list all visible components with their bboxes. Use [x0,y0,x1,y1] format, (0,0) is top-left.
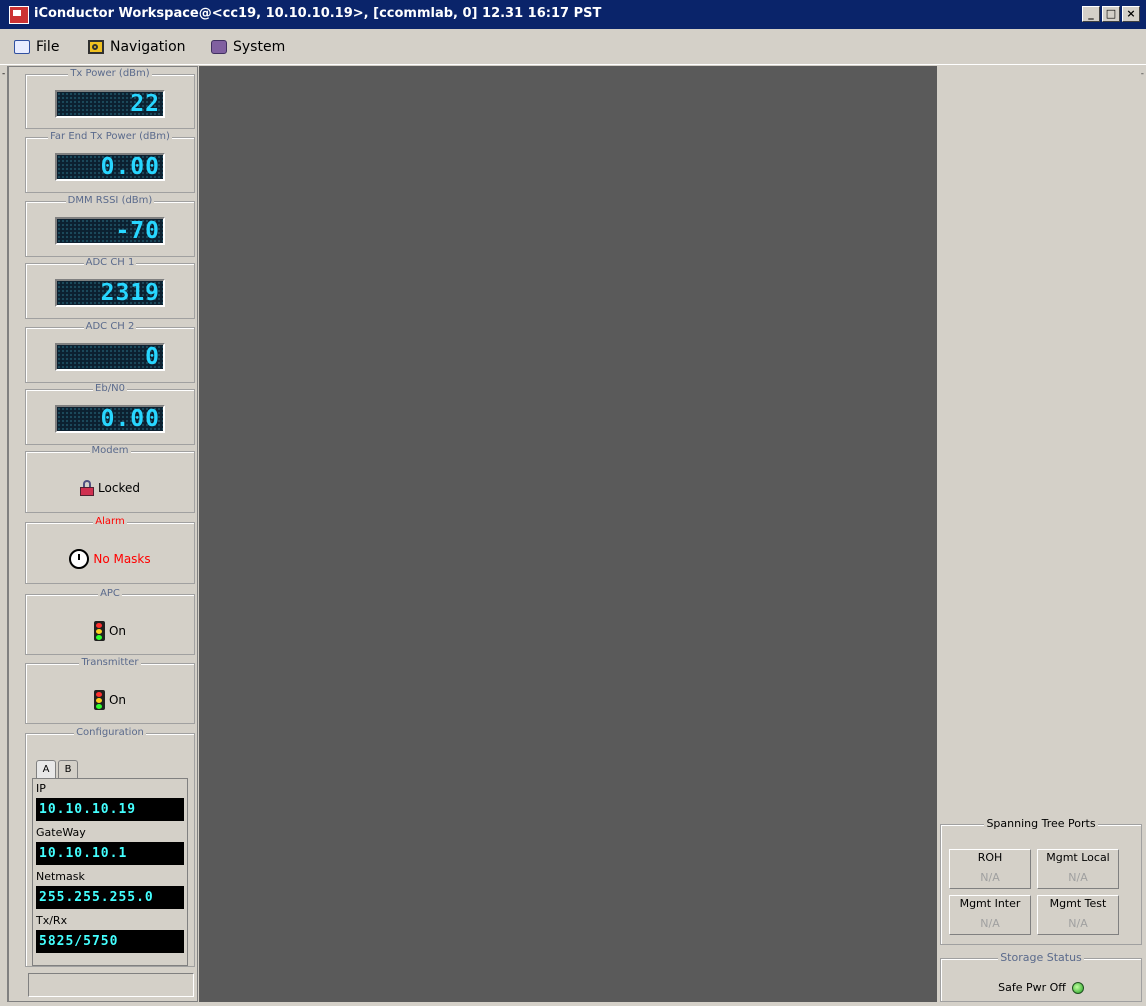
status-led-icon [1071,981,1084,994]
eb-n0-title: Eb/N0 [93,383,127,394]
alarm-clock-icon [69,549,90,569]
storage-status-label: Safe Pwr Off [998,981,1066,994]
far-end-tx-power-meter: Far End Tx Power (dBm) 0.00 [25,131,195,193]
storage-status-title: Storage Status [998,951,1084,964]
menu-file-label: File [36,39,60,55]
folder-icon [14,40,30,54]
netmask-value: 255.255.255.0 [36,886,184,909]
adc-ch1-title: ADC CH 1 [83,257,137,268]
menu-navigation[interactable]: Navigation [88,39,186,55]
adc-ch1-value: 2319 [100,280,160,306]
spanning-tree-title: Spanning Tree Ports [984,817,1098,830]
left-collapse-handle[interactable]: - [0,66,8,1002]
menu-system-label: System [233,39,286,55]
apc-title: APC [98,588,122,599]
title-bar[interactable]: iConductor Workspace@<cc19, 10.10.10.19>… [0,0,1146,29]
magnifier-icon [88,40,104,54]
far-end-tx-power-title: Far End Tx Power (dBm) [48,131,172,142]
apc-panel: APC On [25,588,195,655]
dmm-rssi-value: -70 [115,218,160,244]
menu-navigation-label: Navigation [110,39,186,55]
tx-power-value: 22 [130,91,160,117]
window-controls: _ □ × [1082,6,1140,22]
ip-value: 10.10.10.19 [36,798,184,821]
workspace-area[interactable] [199,66,937,1002]
port-mgmt-local-value: N/A [1068,871,1088,884]
port-mgmt-inter[interactable]: Mgmt Inter N/A [949,895,1031,935]
window-title: iConductor Workspace@<cc19, 10.10.10.19>… [34,6,602,21]
port-roh[interactable]: ROH N/A [949,849,1031,889]
adc-ch2-meter: ADC CH 2 0 [25,321,195,383]
port-roh-label: ROH [977,851,1003,864]
alarm-title: Alarm [93,516,127,527]
ip-label: IP [36,782,46,795]
port-mgmt-inter-label: Mgmt Inter [959,897,1021,910]
system-icon [211,40,227,54]
dmm-rssi-meter: DMM RSSI (dBm) -70 [25,195,195,257]
port-roh-value: N/A [980,871,1000,884]
eb-n0-meter: Eb/N0 0.00 [25,383,195,445]
modem-status: Locked [98,481,140,495]
lcd-display: 0.00 [55,153,165,181]
close-button[interactable]: × [1122,6,1140,22]
gateway-value: 10.10.10.1 [36,842,184,865]
config-tab-body: IP 10.10.10.19 GateWay 10.10.10.1 Netmas… [32,778,188,966]
configuration-panel: Configuration A B IP 10.10.10.19 GateWay… [25,727,195,967]
spanning-tree-panel: Spanning Tree Ports ROH N/A Mgmt Local N… [940,817,1142,945]
menu-bar: File Navigation System [0,31,1146,65]
transmitter-title: Transmitter [79,657,141,668]
lcd-display: 2319 [55,279,165,307]
far-end-tx-power-value: 0.00 [100,154,160,180]
app-icon[interactable] [9,6,29,24]
lock-icon [80,480,95,496]
right-sidebar: - Spanning Tree Ports ROH N/A Mgmt Local… [937,66,1146,1002]
tx-power-title: Tx Power (dBm) [68,68,152,79]
traffic-light-icon [93,621,105,641]
apc-status: On [108,624,127,638]
menu-file[interactable]: File [14,39,59,55]
txrx-value: 5825/5750 [36,930,184,953]
traffic-light-icon [93,690,105,710]
lcd-display: 0.00 [55,405,165,433]
adc-ch2-value: 0 [145,344,160,370]
tab-a[interactable]: A [36,760,56,778]
lcd-display: -70 [55,217,165,245]
alarm-status: No Masks [93,552,151,566]
port-mgmt-inter-value: N/A [980,917,1000,930]
collapse-mark: - [2,69,6,79]
sidebar-status-field [28,973,194,997]
gateway-label: GateWay [36,826,86,839]
port-mgmt-test[interactable]: Mgmt Test N/A [1037,895,1119,935]
menu-system[interactable]: System [211,39,285,55]
eb-n0-value: 0.00 [100,406,160,432]
txrx-label: Tx/Rx [36,914,68,927]
transmitter-panel: Transmitter On [25,657,195,724]
port-mgmt-local[interactable]: Mgmt Local N/A [1037,849,1119,889]
lcd-display: 22 [55,90,165,118]
port-mgmt-test-value: N/A [1068,917,1088,930]
port-mgmt-test-label: Mgmt Test [1049,897,1107,910]
storage-status-panel: Storage Status Safe Pwr Off [940,951,1142,1002]
alarm-panel: Alarm No Masks [25,516,195,584]
tab-b[interactable]: B [58,760,78,778]
minimize-button[interactable]: _ [1082,6,1100,22]
tx-power-meter: Tx Power (dBm) 22 [25,68,195,129]
modem-title: Modem [89,445,131,456]
dmm-rssi-title: DMM RSSI (dBm) [65,195,155,206]
transmitter-status: On [108,693,127,707]
adc-ch2-title: ADC CH 2 [83,321,137,332]
netmask-label: Netmask [36,870,85,883]
modem-panel: Modem Locked [25,445,195,513]
adc-ch1-meter: ADC CH 1 2319 [25,257,195,319]
configuration-title: Configuration [74,727,146,738]
port-mgmt-local-label: Mgmt Local [1046,851,1110,864]
lcd-display: 0 [55,343,165,371]
right-collapse-handle[interactable]: - [1141,69,1144,79]
config-tabs: A B [36,760,80,778]
maximize-button[interactable]: □ [1102,6,1120,22]
